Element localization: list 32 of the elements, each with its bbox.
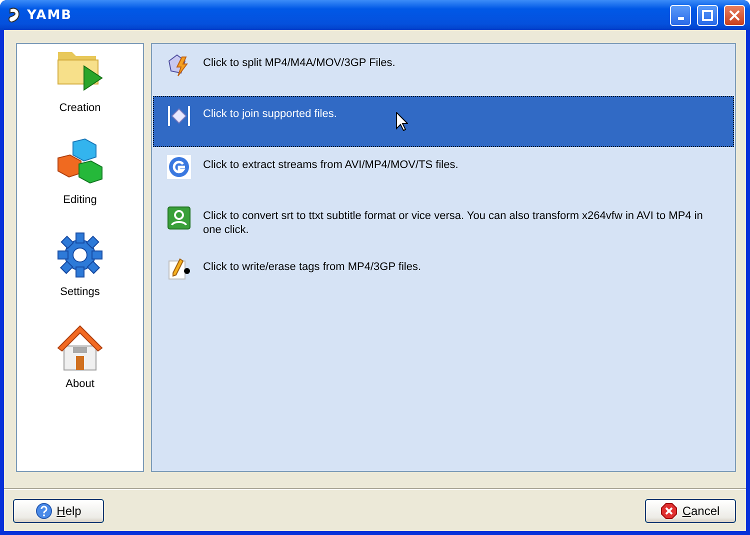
task-text: Click to write/erase tags from MP4/3GP files. — [203, 260, 422, 275]
maximize-icon — [702, 10, 713, 20]
task-row[interactable]: Click to extract streams from AVI/MP4/MOV/TS files. — [153, 147, 734, 198]
task-text: Click to convert srt to ttxt subtitle format or vice versa. You can also transform x264vfw in AVI to MP4 in one click. — [203, 209, 704, 238]
window-title: YAMB — [27, 8, 74, 22]
close-icon — [729, 10, 740, 20]
lightning-icon — [167, 53, 191, 77]
app-icon — [7, 7, 21, 23]
minimize-button[interactable] — [670, 4, 691, 26]
minimize-icon — [678, 16, 684, 20]
person-icon — [167, 206, 191, 230]
task-row-selected[interactable]: Click to join supported files. — [153, 96, 734, 147]
close-button[interactable] — [724, 4, 745, 26]
maximize-button[interactable] — [697, 4, 718, 26]
help-button[interactable]: Help — [13, 499, 104, 523]
task-row[interactable]: Click to split MP4/M4A/MOV/3GP Files. — [153, 45, 734, 96]
task-text: Click to join supported files. — [203, 107, 337, 122]
gear-icon — [56, 230, 104, 280]
pencil-icon — [167, 257, 191, 281]
sidebar-label[interactable]: Settings — [60, 286, 100, 298]
sidebar-label[interactable]: Editing — [63, 194, 97, 206]
task-text: Click to extract streams from AVI/MP4/MOV/TS files. — [203, 158, 458, 173]
task-text: Click to split MP4/M4A/MOV/3GP Files. — [203, 56, 396, 71]
join-icon — [167, 104, 191, 128]
sidebar-label[interactable]: About — [66, 378, 94, 390]
cancel-icon — [661, 503, 678, 519]
sidebar-label[interactable]: Creation — [59, 102, 101, 114]
task-row[interactable]: Click to convert srt to ttxt subtitle format or vice versa. You can also transform x264vfw in AVI to MP4 in one click. — [153, 198, 734, 249]
cancel-button[interactable]: Cancel — [645, 499, 736, 523]
cursor-icon — [396, 112, 408, 131]
task-row[interactable]: Click to write/erase tags from MP4/3GP files. — [153, 249, 734, 300]
help-icon — [36, 503, 52, 519]
